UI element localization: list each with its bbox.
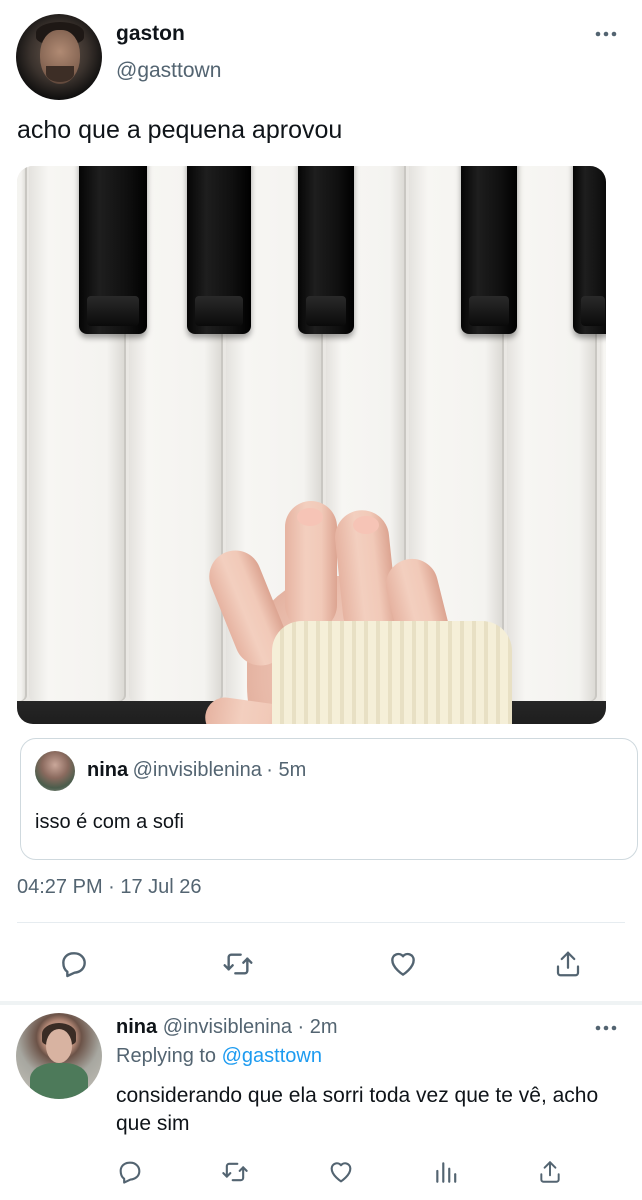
piano-black-key [79,166,147,334]
share-icon[interactable] [530,1152,570,1192]
quoted-tweet[interactable]: nina @invisiblenina · 5m isso é com a so… [20,738,638,860]
piano-black-key [187,166,251,334]
tweet-timestamp[interactable]: 04:27 PM · 17 Jul 26 [17,876,202,899]
replying-to-prefix: Replying to [116,1045,217,1067]
avatar-body [30,1063,88,1099]
avatar-beard [46,66,74,82]
reply-author-name[interactable]: nina [116,1016,157,1038]
like-icon[interactable] [383,944,423,984]
quoted-header: nina @invisiblenina · 5m [87,759,306,782]
reply-icon[interactable] [54,944,94,984]
avatar-face [46,1029,72,1063]
reply-author-handle[interactable]: @invisiblenina [163,1016,292,1038]
replying-to-link[interactable]: @gasttown [222,1045,322,1067]
author-handle[interactable]: @gasttown [116,59,221,83]
author-name[interactable]: gaston [116,22,185,46]
quoted-time: · 5m [266,759,307,781]
replying-to-line: Replying to @gasttown [116,1045,322,1068]
tweet-text: acho que a pequena aprovou [17,116,343,144]
finger-nail [353,516,379,534]
reply-author-avatar[interactable] [16,1013,102,1099]
author-avatar[interactable] [16,14,102,100]
quoted-author-name: nina [87,759,129,781]
retweet-icon[interactable] [218,944,258,984]
share-icon[interactable] [548,944,588,984]
like-icon[interactable] [321,1152,361,1192]
reply-text: considerando que ela sorri toda vez que … [116,1084,599,1135]
piano-black-key [461,166,517,334]
section-divider [0,1001,642,1005]
piano-white-key [17,166,27,701]
more-dots-icon[interactable] [595,1024,617,1032]
quoted-author-handle: @invisiblenina [132,759,262,781]
finger-nail [297,508,323,526]
knit-sleeve [272,621,512,724]
quoted-author-avatar [35,751,75,791]
quoted-text: isso é com a sofi [35,811,184,833]
analytics-icon[interactable] [426,1152,466,1192]
retweet-icon[interactable] [215,1152,255,1192]
divider [17,922,625,923]
reply-time: · 2m [297,1016,338,1038]
more-dots-icon[interactable] [595,30,617,38]
piano-black-key [298,166,354,334]
piano-black-key [573,166,606,334]
reply-icon[interactable] [110,1152,150,1192]
reply-header: nina @invisiblenina · 2m [116,1016,338,1039]
tweet-photo[interactable] [17,166,606,724]
